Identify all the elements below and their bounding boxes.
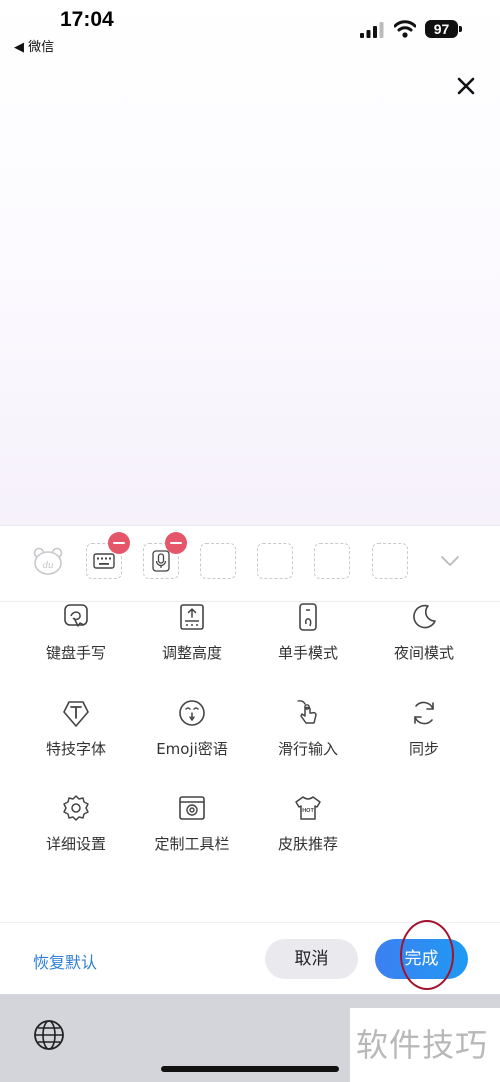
cellular-signal-icon [360, 22, 384, 38]
grid-item-special-font[interactable]: 特技字体 [18, 698, 134, 759]
grid-item-emoji-secret[interactable]: Emoji密语 [134, 698, 250, 759]
status-time: 17:04 [60, 8, 114, 31]
grid-item-label: Emoji密语 [156, 740, 228, 758]
toolbar-slot-empty[interactable] [257, 543, 293, 579]
handwriting-icon [64, 604, 88, 627]
keyboard-preview-area [0, 0, 500, 525]
grid-item-label: 调整高度 [161, 644, 222, 662]
toolbar-slot-empty[interactable] [314, 543, 350, 579]
chevron-down-icon[interactable] [440, 554, 460, 568]
gear-icon [63, 795, 89, 821]
microphone-icon [152, 550, 170, 572]
grid-item-label: 夜间模式 [393, 644, 454, 662]
grid-item-adjust-height[interactable]: 调整高度 [134, 602, 250, 663]
grid-item-one-hand[interactable]: 单手模式 [250, 602, 366, 663]
font-icon [63, 701, 89, 727]
home-indicator[interactable] [161, 1066, 339, 1072]
battery-cap [459, 26, 462, 32]
grid-item-label: 特技字体 [45, 740, 106, 758]
annotation-circle [400, 920, 454, 990]
remove-slot-button[interactable] [165, 532, 187, 554]
grid-item-skin-recommend[interactable]: HOT 皮肤推荐 [250, 793, 366, 854]
swipe-icon [297, 700, 317, 724]
remove-slot-button[interactable] [108, 532, 130, 554]
battery-indicator: 97 [425, 20, 458, 38]
grid-item-custom-toolbar[interactable]: 定制工具栏 [134, 793, 250, 854]
restore-default-button[interactable]: 恢复默认 [33, 949, 97, 973]
grid-item-sync[interactable]: 同步 [366, 698, 482, 759]
keyboard-icon [93, 553, 115, 569]
toolbar-slot-empty[interactable] [372, 543, 408, 579]
toolbar-slot-empty[interactable] [200, 543, 236, 579]
emoji-icon [179, 700, 205, 726]
one-hand-icon [299, 603, 317, 631]
grid-item-handwriting[interactable]: 键盘手写 [18, 602, 134, 663]
sync-icon [414, 701, 434, 725]
back-to-app-link[interactable]: ◀ 微信 [14, 36, 54, 55]
grid-item-label: 同步 [408, 740, 439, 758]
grid-item-label: 定制工具栏 [154, 835, 230, 853]
grid-item-detailed-settings[interactable]: 详细设置 [18, 793, 134, 854]
grid-item-label: 键盘手写 [45, 644, 106, 662]
grid-item-label: 滑行输入 [277, 740, 338, 758]
svg-text:du: du [43, 559, 55, 571]
grid-item-night-mode[interactable]: 夜间模式 [366, 602, 482, 663]
toolbar-icon [179, 796, 205, 820]
cancel-button[interactable]: 取消 [265, 939, 358, 979]
toolbar-slots-strip [0, 525, 500, 602]
grid-item-label: 详细设置 [45, 835, 106, 853]
adjust-height-icon [180, 604, 204, 630]
svg-text:HOT: HOT [302, 808, 314, 814]
watermark-text: 软件技巧 [356, 1026, 489, 1064]
wifi-icon [394, 20, 416, 38]
grid-item-swipe-input[interactable]: 滑行输入 [250, 698, 366, 759]
globe-icon[interactable] [33, 1019, 65, 1051]
moon-icon [413, 604, 436, 629]
close-icon[interactable] [452, 72, 480, 100]
skin-icon: HOT [295, 796, 321, 820]
grid-item-label: 皮肤推荐 [277, 835, 338, 853]
du-logo-icon: du [33, 547, 63, 575]
grid-item-label: 单手模式 [277, 644, 338, 662]
